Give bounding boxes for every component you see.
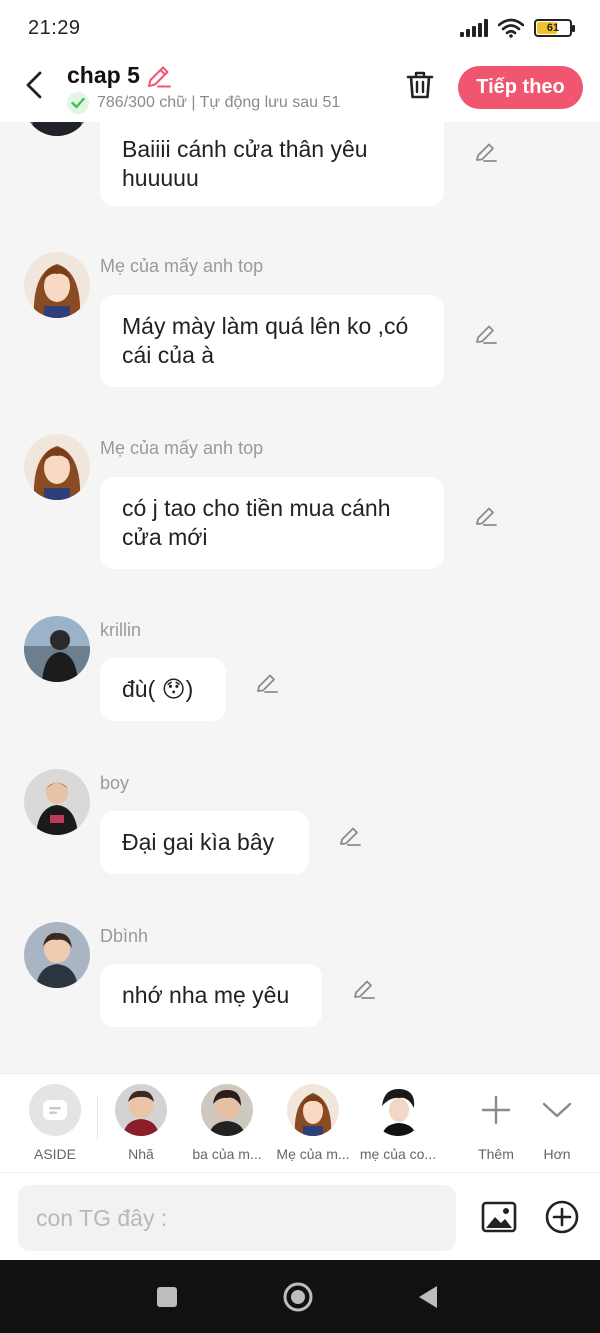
- character-label: ba của m...: [192, 1146, 262, 1162]
- insert-image-button[interactable]: [480, 1199, 518, 1235]
- message-bubble[interactable]: Đại gai kìa bây: [100, 811, 309, 874]
- chat-area[interactable]: Baiiii cánh cửa thân yêu huuuuu Mẹ của m…: [0, 122, 600, 1073]
- edit-message-button[interactable]: [337, 823, 363, 849]
- chevron-down-icon: [531, 1084, 583, 1136]
- message-text: Máy mày làm quá lên ko ,có cái của à: [122, 313, 409, 368]
- character-label: ASIDE: [33, 1146, 76, 1162]
- sender-name: boy: [100, 773, 130, 793]
- message-text: Baiiii cánh cửa thân yêu huuuuu: [122, 136, 368, 191]
- message-text: có j tao cho tiền mua cánh cửa mới: [122, 495, 391, 550]
- character-bar: ASIDE Nhã ba của m... Mẹ của m... mẹ của…: [0, 1073, 600, 1172]
- character-aside[interactable]: ASIDE: [12, 1084, 98, 1162]
- status-icons: 61: [460, 18, 575, 38]
- chapter-title: chap 5: [67, 62, 140, 88]
- input-bar: [0, 1172, 600, 1260]
- status-bar: 21:29 61: [0, 0, 600, 56]
- pencil-icon: [476, 143, 497, 162]
- avatar: [201, 1084, 253, 1136]
- message-text: nhớ nha mẹ yêu: [122, 982, 290, 1008]
- character-item[interactable]: mẹ của co...: [355, 1084, 441, 1162]
- save-status: 786/300 chữ | Tự động lưu sau 51: [67, 92, 340, 114]
- title-row: chap 5: [67, 62, 172, 89]
- avatar[interactable]: [24, 769, 90, 835]
- character-item[interactable]: Nhã: [98, 1084, 184, 1162]
- message-input[interactable]: [18, 1185, 456, 1251]
- wifi-icon: [498, 18, 524, 38]
- pencil-icon: [354, 980, 375, 999]
- avatar[interactable]: [24, 616, 90, 682]
- avatar: [115, 1084, 167, 1136]
- character-item[interactable]: ba của m...: [184, 1084, 270, 1162]
- pencil-icon: [340, 827, 361, 846]
- message-bubble[interactable]: đù( 😯): [100, 658, 226, 721]
- sender-name: Dbình: [100, 926, 149, 946]
- avatar[interactable]: [24, 122, 90, 136]
- pencil-icon: [476, 325, 497, 344]
- status-time: 21:29: [28, 16, 81, 39]
- battery-icon: 61: [534, 19, 575, 37]
- more-characters-label: Hơn: [543, 1146, 571, 1162]
- rename-title-button[interactable]: [146, 63, 172, 89]
- delete-button[interactable]: [404, 69, 436, 101]
- trash-icon: [406, 71, 434, 99]
- more-characters-button[interactable]: Hơn: [514, 1084, 600, 1162]
- character-label: Nhã: [128, 1146, 154, 1162]
- aside-avatar: [29, 1084, 81, 1136]
- home-button[interactable]: [281, 1280, 315, 1314]
- character-label: mẹ của co...: [359, 1146, 437, 1162]
- message-text: Đại gai kìa bây: [122, 829, 275, 855]
- add-character-label: Thêm: [478, 1146, 514, 1162]
- avatar[interactable]: [24, 922, 90, 988]
- back-nav-button[interactable]: [411, 1280, 445, 1314]
- back-triangle-icon: [419, 1286, 437, 1308]
- sender-name: Mẹ của mấy anh top: [100, 438, 264, 458]
- back-button[interactable]: [20, 68, 48, 102]
- square-icon: [157, 1287, 177, 1307]
- sender-name: krillin: [100, 620, 142, 640]
- avatar: [287, 1084, 339, 1136]
- battery-level: 61: [546, 22, 560, 34]
- character-item[interactable]: Mẹ của m...: [270, 1084, 356, 1162]
- edit-message-button[interactable]: [473, 503, 499, 529]
- image-icon: [481, 1201, 517, 1233]
- message-bubble[interactable]: Máy mày làm quá lên ko ,có cái của à: [100, 295, 444, 387]
- pencil-icon: [147, 66, 171, 87]
- sender-name: Mẹ của mấy anh top: [100, 256, 264, 276]
- edit-message-button[interactable]: [473, 139, 499, 165]
- back-arrow-icon: [26, 71, 42, 99]
- edit-message-button[interactable]: [254, 670, 280, 696]
- message-text: đù( 😯): [122, 676, 194, 702]
- pencil-icon: [257, 674, 278, 693]
- editor-header: chap 5 786/300 chữ | Tự động lưu sau 51 …: [0, 56, 600, 122]
- text-bubble-icon: [43, 1100, 67, 1120]
- message-bubble[interactable]: nhớ nha mẹ yêu: [100, 964, 322, 1027]
- recents-button[interactable]: [150, 1280, 184, 1314]
- signal-icon: [460, 19, 488, 37]
- home-circle-icon: [283, 1282, 313, 1312]
- edit-message-button[interactable]: [473, 321, 499, 347]
- avatar[interactable]: [24, 434, 90, 500]
- next-button[interactable]: Tiếp theo: [458, 66, 583, 109]
- check-icon: [67, 92, 89, 114]
- character-label: Mẹ của m...: [276, 1146, 350, 1162]
- plus-circle-icon: [545, 1200, 579, 1234]
- pencil-icon: [476, 507, 497, 526]
- add-content-button[interactable]: [544, 1199, 580, 1235]
- message-bubble[interactable]: Baiiii cánh cửa thân yêu huuuuu: [100, 122, 444, 206]
- navigation-bar: [0, 1260, 600, 1333]
- word-count-autosave: 786/300 chữ | Tự động lưu sau 51: [97, 94, 341, 111]
- avatar: [372, 1084, 424, 1136]
- message-bubble[interactable]: có j tao cho tiền mua cánh cửa mới: [100, 477, 444, 569]
- avatar[interactable]: [24, 252, 90, 318]
- edit-message-button[interactable]: [351, 976, 377, 1002]
